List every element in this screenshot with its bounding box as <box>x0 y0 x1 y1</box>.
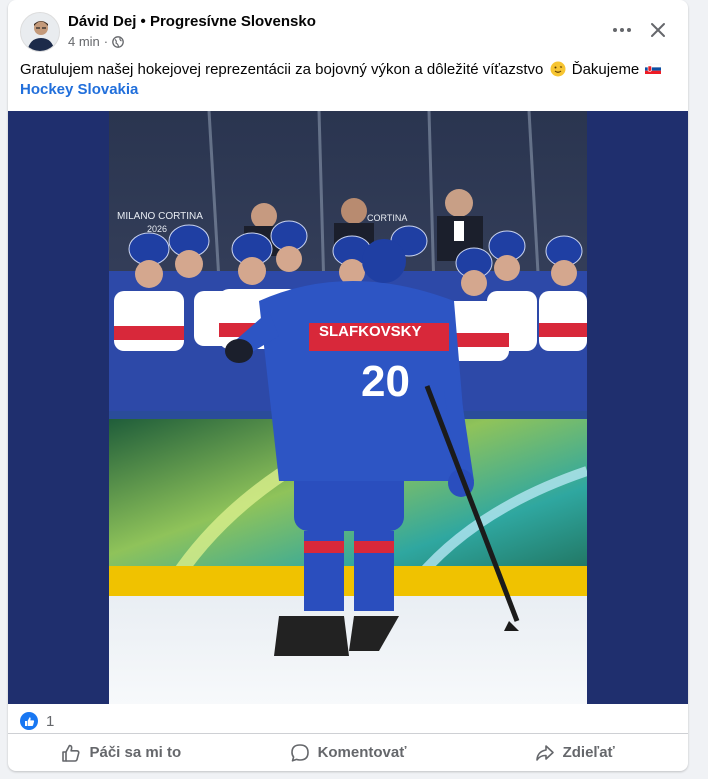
action-bar: Páči sa mi to Komentovať Zdieľať <box>8 733 688 771</box>
author-avatar[interactable] <box>20 12 60 52</box>
post-time[interactable]: 4 min <box>68 34 100 49</box>
smiling-face-emoji-icon <box>550 61 566 77</box>
board-text-1: MILANO CORTINA <box>117 211 203 222</box>
comment-button[interactable]: Komentovať <box>235 734 462 771</box>
page-name[interactable]: Progresívne Slovensko <box>150 13 316 30</box>
hockey-photo[interactable]: MILANO CORTINA 2026 CORTINA SLAFKOVSKY 2… <box>109 111 587 704</box>
share-icon <box>535 744 554 761</box>
author-line: Dávid Dej • Progresívne Slovensko <box>68 13 316 31</box>
thumbs-up-icon <box>62 744 81 762</box>
board-text-3: CORTINA <box>367 213 407 223</box>
post-card: Dávid Dej • Progresívne Slovensko 4 min … <box>8 0 688 771</box>
like-icon <box>20 712 38 730</box>
post-media[interactable]: MILANO CORTINA 2026 CORTINA SLAFKOVSKY 2… <box>8 111 688 704</box>
comment-icon <box>290 743 309 762</box>
close-button[interactable] <box>644 16 672 44</box>
author-separator: • <box>140 13 146 30</box>
author-name[interactable]: Dávid Dej <box>68 13 136 30</box>
post-meta: 4 min · <box>68 34 124 49</box>
post-text-thanks: Ďakujeme <box>571 61 640 78</box>
post-header: Dávid Dej • Progresívne Slovensko 4 min … <box>8 0 688 56</box>
reactions-summary[interactable]: 1 <box>20 709 54 733</box>
more-dots-icon <box>613 28 631 32</box>
like-label: Páči sa mi to <box>89 744 182 761</box>
close-icon <box>651 23 665 37</box>
slovakia-flag-emoji-icon <box>645 61 662 77</box>
jersey-name: SLAFKOVSKY <box>319 323 422 340</box>
like-button[interactable]: Páči sa mi to <box>8 734 235 771</box>
jersey-number: 20 <box>361 357 410 406</box>
reaction-count[interactable]: 1 <box>46 713 54 730</box>
hashtag-link[interactable]: Hockey Slovakia <box>20 81 138 98</box>
post-text: Gratulujem našej hokejovej reprezentácii… <box>20 60 680 100</box>
board-text-2: 2026 <box>147 224 167 234</box>
share-button[interactable]: Zdieľať <box>461 734 688 771</box>
globe-icon[interactable] <box>112 35 124 48</box>
share-label: Zdieľať <box>562 744 615 761</box>
comment-label: Komentovať <box>317 744 407 761</box>
post-text-main: Gratulujem našej hokejovej reprezentácii… <box>20 61 544 78</box>
time-separator: · <box>103 34 109 49</box>
more-options-button[interactable] <box>608 16 636 44</box>
